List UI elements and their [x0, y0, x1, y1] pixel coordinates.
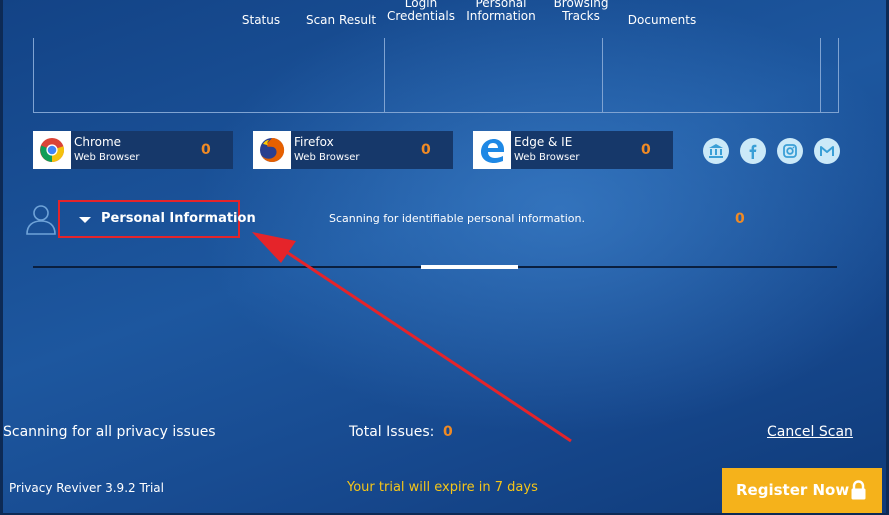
tab-personal-information[interactable]: Personal Information	[463, 0, 539, 27]
panel-divider	[820, 38, 821, 112]
browser-subtitle: Web Browser	[514, 152, 580, 163]
tab-login-credentials[interactable]: Login Credentials	[384, 0, 458, 27]
app-window: Status Scan Result Login Credentials Per…	[0, 0, 889, 515]
edge-icon	[473, 131, 511, 169]
instagram-icon[interactable]	[777, 138, 803, 164]
register-now-button[interactable]: Register Now	[722, 468, 882, 513]
chevron-down-icon	[79, 217, 91, 223]
browser-card-chrome[interactable]: Chrome Web Browser 0	[33, 131, 233, 169]
cancel-scan-link[interactable]: Cancel Scan	[767, 424, 853, 440]
scan-results-panel	[33, 38, 839, 113]
user-icon	[24, 202, 58, 236]
browser-issue-count: 0	[201, 142, 211, 158]
browser-subtitle: Web Browser	[294, 152, 360, 163]
tab-status[interactable]: Status	[231, 3, 291, 37]
browser-issue-count: 0	[421, 142, 431, 158]
tab-documents[interactable]: Documents	[622, 3, 702, 37]
tab-label: Status	[241, 12, 281, 27]
bank-icon[interactable]	[703, 138, 729, 164]
browser-subtitle: Web Browser	[74, 152, 140, 163]
browser-card-firefox[interactable]: Firefox Web Browser 0	[253, 131, 453, 169]
tab-label: Documents	[627, 12, 697, 27]
panel-divider	[384, 38, 385, 112]
section-issue-count: 0	[735, 211, 745, 227]
tab-label: Browsing Tracks	[553, 0, 609, 23]
panel-divider	[602, 38, 603, 112]
section-label: Personal Information	[101, 211, 256, 226]
browser-name: Firefox	[294, 135, 334, 149]
browser-name: Edge & IE	[514, 135, 573, 149]
tab-label: Personal Information	[466, 0, 536, 23]
browser-card-edge-ie[interactable]: Edge & IE Web Browser 0	[473, 131, 673, 169]
scan-progress-indicator	[421, 265, 518, 269]
personal-information-toggle[interactable]: Personal Information	[58, 200, 256, 238]
tab-scan-result[interactable]: Scan Result	[303, 3, 379, 37]
top-nav: Status Scan Result Login Credentials Per…	[0, 0, 889, 36]
section-description: Scanning for identifiable personal infor…	[329, 212, 585, 225]
chrome-icon	[33, 131, 71, 169]
trial-expiry-text: Your trial will expire in 7 days	[347, 480, 538, 495]
scan-status-text: Scanning for all privacy issues	[3, 424, 216, 440]
tab-browsing-tracks[interactable]: Browsing Tracks	[544, 0, 618, 27]
browser-name: Chrome	[74, 135, 122, 149]
tab-label: Login Credentials	[386, 0, 455, 23]
total-issues-label: Total Issues:	[349, 424, 435, 440]
facebook-icon[interactable]	[740, 138, 766, 164]
tab-label: Scan Result	[305, 12, 377, 27]
lock-icon	[851, 480, 866, 500]
firefox-icon	[253, 131, 291, 169]
total-issues-value: 0	[443, 424, 453, 440]
gmail-icon[interactable]	[814, 138, 840, 164]
register-label: Register Now	[736, 481, 850, 499]
browser-issue-count: 0	[641, 142, 651, 158]
app-version-text: Privacy Reviver 3.9.2 Trial	[9, 481, 164, 495]
